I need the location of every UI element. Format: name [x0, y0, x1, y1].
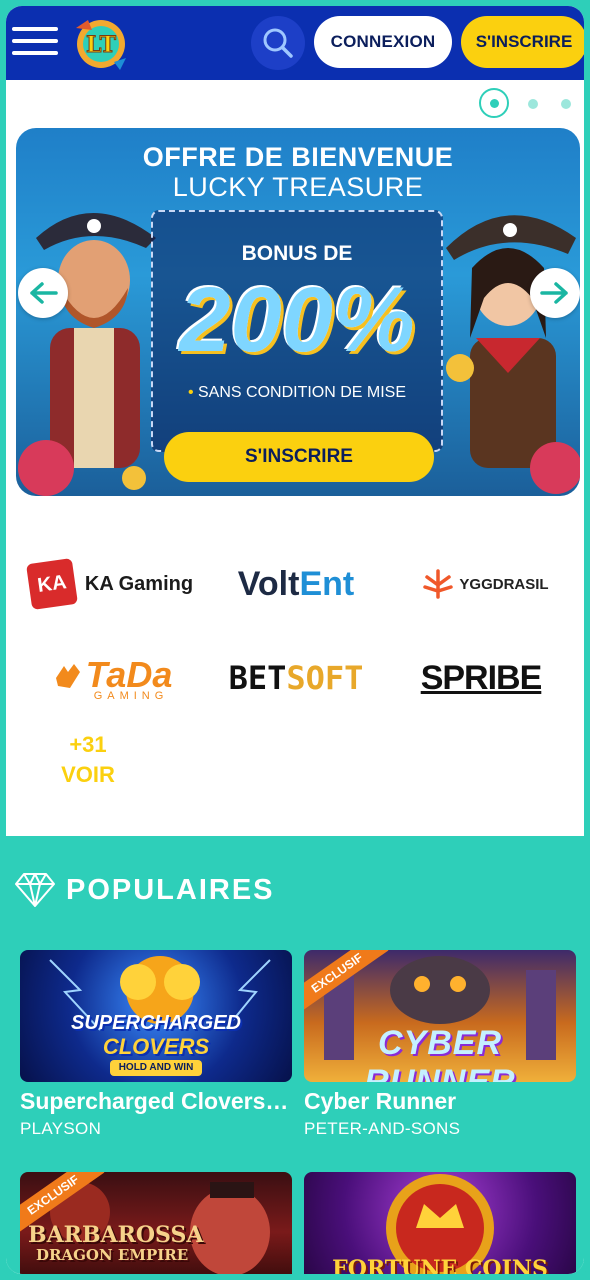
providers-grid: KA KA Gaming Volt Ent YGGDRASIL TaDa GAMI… — [6, 526, 584, 826]
hamburger-menu-icon[interactable] — [12, 23, 58, 59]
provider-tada[interactable]: TaDa GAMING — [26, 646, 196, 710]
provider-voltent[interactable]: Volt Ent — [216, 556, 376, 612]
search-icon — [263, 28, 293, 58]
bonus-label: BONUS DE — [241, 242, 353, 265]
pirate-man-illustration — [18, 213, 156, 496]
top-header: LT CONNEXION S'INSCRIRE — [6, 6, 584, 80]
carousel-dot-3[interactable] — [561, 99, 571, 109]
logo-icon: LT — [76, 20, 126, 70]
carousel-dot-1[interactable] — [479, 88, 509, 118]
bonus-value: 200% — [179, 269, 415, 371]
yggdrasil-tree-icon — [423, 569, 454, 599]
provider-yggdrasil[interactable]: YGGDRASIL — [406, 556, 566, 612]
game-name[interactable]: Cyber Runner — [304, 1088, 576, 1115]
popular-header: POPULAIRES — [14, 868, 275, 912]
diamond-icon — [15, 873, 55, 907]
banner-subtitle: LUCKY TREASURE — [172, 172, 424, 202]
game-thumbnail[interactable]: FORTUNE COINS — [304, 1172, 576, 1274]
welcome-offer-banner[interactable]: OFFRE DE BIENVENUE LUCKY TREASURE BONUS … — [16, 128, 580, 496]
ka-gaming-logo-icon: KA — [25, 558, 78, 610]
banner-signup-button[interactable]: S'INSCRIRE — [164, 432, 434, 482]
popular-title: POPULAIRES — [66, 873, 275, 906]
providers-more-count: +31 — [69, 732, 107, 757]
carousel-pagination — [476, 86, 584, 122]
login-button[interactable]: CONNEXION — [314, 16, 452, 68]
signup-button[interactable]: S'INSCRIRE — [461, 16, 584, 68]
game-thumbnail[interactable]: SUPERCHARGED CLOVERS HOLD AND WIN — [20, 950, 292, 1082]
game-provider: PETER-AND-SONS — [304, 1119, 461, 1138]
providers-more-link[interactable]: +31 VOIR — [36, 730, 140, 790]
carousel-dot-2[interactable] — [528, 99, 538, 109]
game-thumbnail[interactable]: CYBER RUNNER EXCLUSIF — [304, 950, 576, 1082]
search-button[interactable] — [251, 16, 305, 70]
ka-gaming-label: KA Gaming — [84, 572, 194, 595]
provider-ka-gaming[interactable]: KA KA Gaming — [25, 556, 196, 612]
bonus-panel: BONUS DE 200% • SANS CONDITION DE MISE — [151, 210, 443, 452]
game-card[interactable]: FORTUNE COINS — [304, 1172, 576, 1274]
bonus-note: • SANS CONDITION DE MISE — [187, 384, 407, 401]
svg-text:LT: LT — [86, 32, 117, 58]
game-card[interactable]: CYBER RUNNER EXCLUSIF Cyber Runner PETER… — [304, 950, 576, 1139]
provider-spribe[interactable]: SPRIBE — [406, 650, 556, 706]
providers-more-label: VOIR — [61, 762, 115, 787]
tada-hand-icon — [55, 664, 80, 688]
pirate-girl-illustration — [446, 215, 580, 494]
bullet-icon: • — [187, 384, 198, 401]
provider-betsoft[interactable]: BET SOFT — [221, 650, 371, 706]
popular-section: POPULAIRES SUPERCHARGED CLOVERS HOLD AND… — [6, 836, 584, 1274]
app-frame: LT CONNEXION S'INSCRIRE OFFRE DE BIENVEN… — [0, 0, 590, 1280]
game-card[interactable]: SUPERCHARGED CLOVERS HOLD AND WIN Superc… — [20, 950, 292, 1139]
arrow-right-icon — [540, 282, 568, 304]
carousel-prev-button[interactable] — [18, 268, 68, 318]
game-thumbnail[interactable]: BARBAROSSA DRAGON EMPIRE EXCLUSIF — [20, 1172, 292, 1274]
banner-title: OFFRE DE BIENVENUE — [142, 142, 454, 172]
site-logo[interactable]: LT — [68, 14, 134, 72]
game-name[interactable]: Supercharged Clovers: ... — [20, 1088, 292, 1115]
game-card[interactable]: BARBAROSSA DRAGON EMPIRE EXCLUSIF — [20, 1172, 292, 1274]
game-provider: PLAYSON — [20, 1119, 102, 1138]
carousel-next-button[interactable] — [530, 268, 580, 318]
arrow-left-icon — [30, 282, 58, 304]
